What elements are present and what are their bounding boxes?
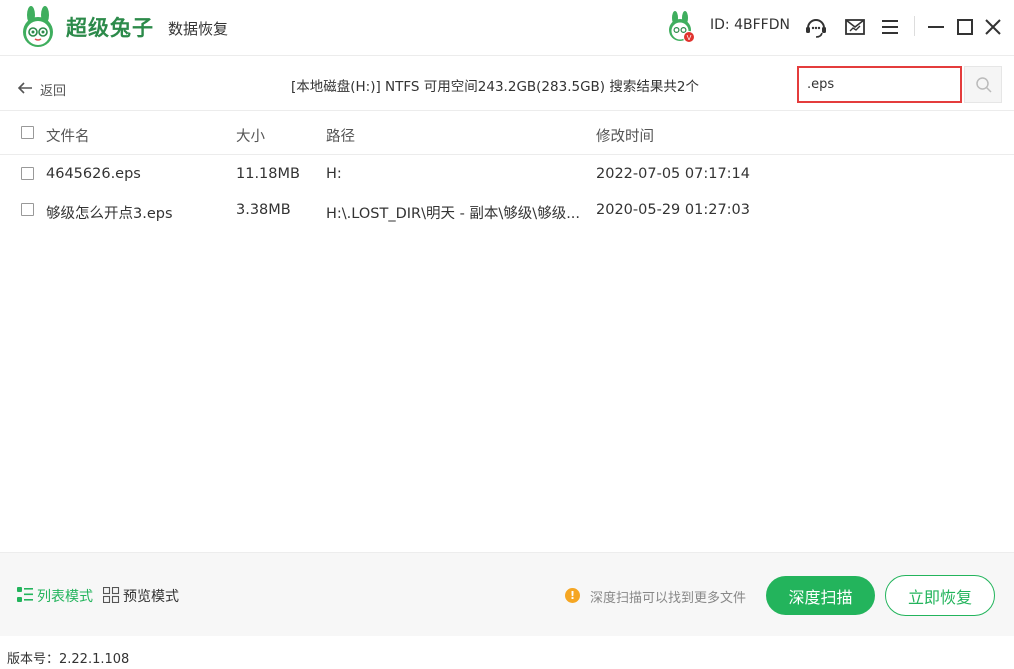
rabbit-logo-icon — [23, 6, 53, 47]
search-icon — [976, 77, 992, 93]
close-icon[interactable] — [980, 14, 1006, 40]
file-size: 3.38MB — [236, 202, 291, 218]
arrow-left-icon — [17, 82, 32, 94]
column-header-name[interactable]: 文件名 — [46, 125, 90, 146]
column-header-size[interactable]: 大小 — [236, 125, 265, 146]
table-header: 文件名 大小 路径 修改时间 — [0, 110, 1014, 155]
file-modified: 2020-05-29 01:27:03 — [596, 202, 750, 218]
table-row[interactable]: 4645626.eps 11.18MB H: 2022-07-05 07:17:… — [0, 156, 1014, 192]
file-name: 4645626.eps — [46, 166, 141, 182]
brand-subtitle: 数据恢复 — [168, 20, 229, 38]
table-row[interactable]: 够级怎么开点3.eps 3.38MB H:\.LOST_DIR\明天 - 副本\… — [0, 192, 1014, 228]
preview-mode-label: 预览模式 — [123, 589, 179, 605]
brand-name: 超级兔子 — [66, 16, 154, 40]
maximize-icon[interactable] — [952, 14, 978, 40]
title-bar: 超级兔子 数据恢复 V ID: 4BFFDN — [0, 0, 1014, 56]
file-path: H:\.LOST_DIR\明天 - 副本\够级\够级... — [326, 206, 581, 222]
list-view-icon — [17, 587, 33, 602]
menu-icon[interactable] — [877, 14, 903, 40]
warning-icon: ! — [565, 588, 580, 603]
column-header-modified[interactable]: 修改时间 — [596, 125, 654, 146]
file-modified: 2022-07-05 07:17:14 — [596, 166, 750, 182]
back-label: 返回 — [40, 84, 67, 99]
vip-badge: V — [687, 34, 692, 42]
footer-bar: 列表模式 预览模式 ! 深度扫描可以找到更多文件 深度扫描 立即恢复 — [0, 552, 1014, 636]
deep-scan-button[interactable]: 深度扫描 — [766, 576, 875, 615]
search-button[interactable] — [964, 66, 1002, 103]
titlebar-divider — [914, 16, 915, 36]
search-input[interactable] — [797, 66, 962, 103]
minimize-icon[interactable] — [923, 14, 949, 40]
list-mode-label: 列表模式 — [37, 589, 93, 605]
column-header-path[interactable]: 路径 — [326, 125, 355, 146]
grid-view-icon — [103, 587, 120, 603]
feedback-icon[interactable] — [842, 14, 868, 40]
recover-button[interactable]: 立即恢复 — [885, 575, 995, 616]
file-size: 11.18MB — [236, 166, 300, 182]
file-name: 够级怎么开点3.eps — [46, 206, 173, 222]
version-label: 版本号：2.22.1.108 — [7, 652, 130, 667]
file-path: H: — [326, 166, 342, 182]
row-checkbox[interactable] — [21, 203, 34, 216]
disk-info: [本地磁盘(H:)] NTFS 可用空间243.2GB(283.5GB) 搜索结… — [291, 79, 699, 95]
deep-scan-hint: 深度扫描可以找到更多文件 — [590, 591, 747, 606]
select-all-checkbox[interactable] — [21, 126, 34, 139]
avatar[interactable]: V — [664, 11, 696, 43]
user-id: ID: 4BFFDN — [710, 17, 790, 33]
support-icon[interactable] — [803, 14, 829, 40]
row-checkbox[interactable] — [21, 167, 34, 180]
